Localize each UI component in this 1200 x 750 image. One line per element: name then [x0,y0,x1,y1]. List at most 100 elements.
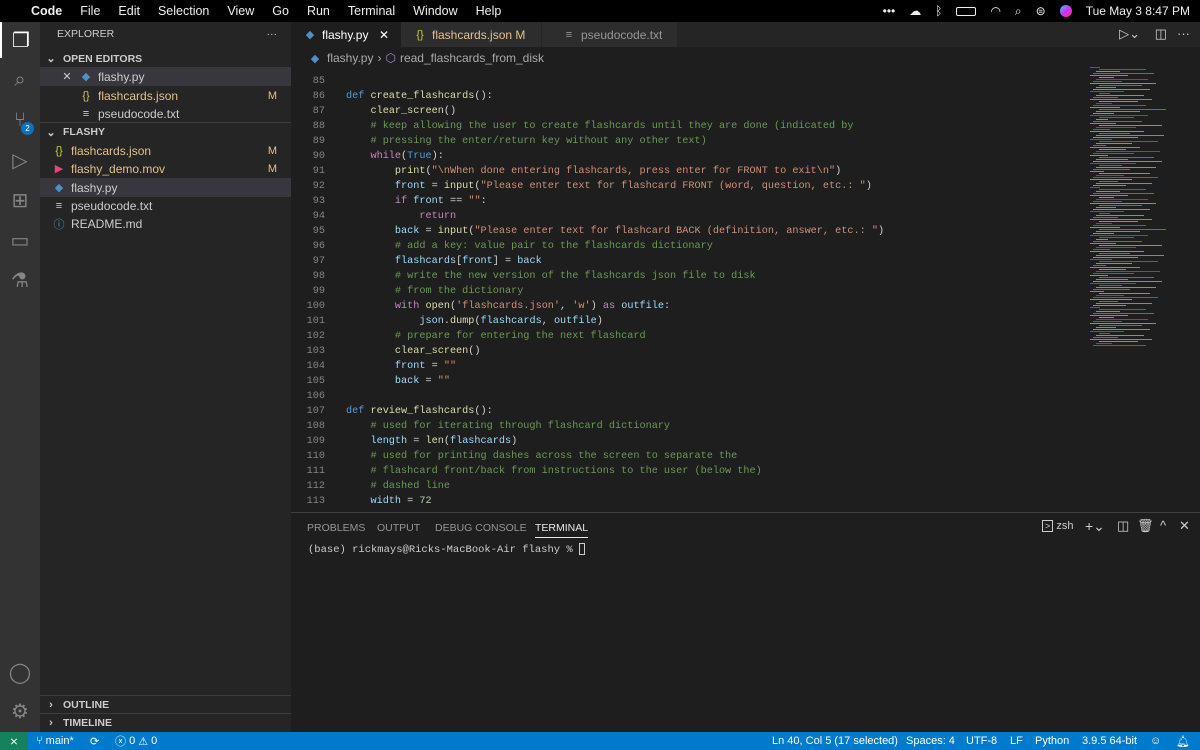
code-line[interactable]: 86def create_flashcards(): [291,89,1081,104]
tab-terminal[interactable]: TERMINAL [535,522,588,538]
testing-flask-icon[interactable]: ⚗ [0,262,40,298]
remote-icon[interactable]: ⨯ [0,732,28,750]
code-line[interactable]: 111 # flashcard front/back from instruct… [291,464,1081,479]
tab-problems[interactable]: PROBLEMS [307,522,365,534]
split-editor-icon[interactable]: ◫ [1155,26,1167,42]
menu-window[interactable]: Window [404,4,466,18]
close-icon[interactable]: ✕ [379,28,389,42]
siri-icon[interactable] [1060,5,1072,17]
branch-indicator[interactable]: ⑂ main* [36,732,74,750]
minimap[interactable] [1088,67,1188,367]
run-python-icon[interactable]: ▷⌄ [1119,26,1140,42]
code-line[interactable]: 99 # from the dictionary [291,284,1081,299]
code-line[interactable]: 93 if front == "": [291,194,1081,209]
menu-run[interactable]: Run [298,4,339,18]
cursor-position[interactable]: Ln 40, Col 5 (17 selected) [772,732,898,750]
code-line[interactable]: 113 width = 72 [291,494,1081,509]
battery-icon[interactable] [956,7,976,16]
explorer-icon[interactable]: ❐ [0,22,40,58]
tab-flashcards-json[interactable]: {}flashcards.json M [401,22,541,47]
code-line[interactable]: 105 back = "" [291,374,1081,389]
code-line[interactable]: 98 # write the new version of the flashc… [291,269,1081,284]
file-item[interactable]: ▶flashy_demo.movM [40,159,291,178]
more-actions-icon[interactable]: ··· [267,28,278,40]
code-line[interactable]: 112 # dashed line [291,479,1081,494]
code-line[interactable]: 101 json.dump(flashcards, outfile) [291,314,1081,329]
timeline-header[interactable]: ›TIMELINE [40,713,291,732]
code-line[interactable]: 106 [291,389,1081,404]
code-line[interactable]: 108 # used for iterating through flashca… [291,419,1081,434]
code-line[interactable]: 103 clear_screen() [291,344,1081,359]
tab-pseudocode-txt[interactable]: ≡pseudocode.txt [542,22,677,47]
menu-view[interactable]: View [218,4,263,18]
open-editor-item[interactable]: {}flashcards.jsonM [40,86,291,105]
breadcrumb-file[interactable]: flashy.py [327,51,373,65]
terminal-shell-selector[interactable]: > zsh [1042,520,1073,532]
tab-debug-console[interactable]: DEBUG CONSOLE [435,522,527,534]
menubar-clock[interactable]: Tue May 3 8:47 PM [1086,4,1190,18]
extensions-icon[interactable]: ⊞ [0,182,40,218]
control-center-icon[interactable]: ⊜ [1036,4,1046,18]
code-editor[interactable]: 8586def create_flashcards():87 clear_scr… [291,73,1081,511]
menu-file[interactable]: File [71,4,109,18]
code-line[interactable]: 89 # pressing the enter/return key witho… [291,134,1081,149]
python-interpreter[interactable]: 3.9.5 64-bit [1082,732,1137,750]
run-debug-icon[interactable]: ▷ [0,142,40,178]
remote-explorer-icon[interactable]: ▭ [0,222,40,258]
search-icon[interactable]: ⌕ [0,62,40,98]
close-panel-icon[interactable]: ✕ [1179,518,1190,534]
code-line[interactable]: 94 return [291,209,1081,224]
menu-app-name[interactable]: Code [23,4,71,18]
code-line[interactable]: 97 flashcards[front] = back [291,254,1081,269]
split-terminal-icon[interactable]: ◫ [1117,518,1129,534]
code-line[interactable]: 91 print("\nWhen done entering flashcard… [291,164,1081,179]
menu-terminal[interactable]: Terminal [339,4,404,18]
line-ending[interactable]: LF [1010,732,1023,750]
tab-flashy-py[interactable]: ◆flashy.py✕ [291,22,401,47]
bluetooth-icon[interactable]: ᛒ [935,4,942,18]
settings-gear-icon[interactable]: ⚙ [0,693,40,729]
code-line[interactable]: 96 # add a key: value pair to the flashc… [291,239,1081,254]
cloud-icon[interactable]: ☁ [909,4,921,18]
code-line[interactable]: 107def review_flashcards(): [291,404,1081,419]
folder-header[interactable]: ⌄FLASHY [40,122,291,141]
outline-header[interactable]: ›OUTLINE [40,695,291,714]
code-line[interactable]: 104 front = "" [291,359,1081,374]
code-line[interactable]: 110 # used for printing dashes across th… [291,449,1081,464]
tab-output[interactable]: OUTPUT [377,522,420,534]
file-item[interactable]: {}flashcards.jsonM [40,141,291,160]
menu-selection[interactable]: Selection [149,4,218,18]
file-item[interactable]: ◆flashy.py [40,178,291,197]
menu-help[interactable]: Help [467,4,511,18]
feedback-icon[interactable]: ☺ [1150,732,1161,750]
encoding[interactable]: UTF-8 [966,732,997,750]
more-status-icon[interactable]: ••• [883,4,896,18]
code-line[interactable]: 87 clear_screen() [291,104,1081,119]
code-line[interactable]: 85 [291,74,1081,89]
close-icon[interactable]: ✕ [60,70,74,83]
new-terminal-icon[interactable]: +⌄ [1085,518,1105,535]
file-item[interactable]: ⓘREADME.md [40,214,291,233]
more-actions-icon[interactable]: ··· [1177,26,1190,41]
maximize-panel-icon[interactable]: ^ [1160,518,1166,533]
code-line[interactable]: 100 with open('flashcards.json', 'w') as… [291,299,1081,314]
account-icon[interactable]: ◯ [0,654,40,690]
menu-go[interactable]: Go [263,4,298,18]
problems-indicator[interactable]: ⓧ 0 ⚠ 0 [115,732,157,750]
language-mode[interactable]: Python [1035,732,1069,750]
source-control-icon[interactable]: ⑂2 [0,102,40,138]
breadcrumb-symbol[interactable]: read_flashcards_from_disk [400,51,544,65]
terminal-output[interactable]: (base) rickmays@Ricks-MacBook-Air flashy… [308,543,585,556]
trash-icon[interactable]: 🗑 [1137,518,1154,534]
code-line[interactable]: 90 while(True): [291,149,1081,164]
notifications-bell-icon[interactable]: 🔔︎ [1176,732,1190,750]
code-line[interactable]: 109 length = len(flashcards) [291,434,1081,449]
sync-icon[interactable]: ⟳ [90,732,99,750]
spotlight-search-icon[interactable]: ⌕ [1015,4,1022,19]
open-editor-item[interactable]: ≡pseudocode.txt [40,104,291,123]
code-line[interactable]: 102 # prepare for entering the next flas… [291,329,1081,344]
code-line[interactable]: 92 front = input("Please enter text for … [291,179,1081,194]
menu-edit[interactable]: Edit [109,4,149,18]
open-editor-item[interactable]: ✕◆flashy.py [40,67,291,86]
wifi-icon[interactable]: ◠ [990,4,1000,18]
